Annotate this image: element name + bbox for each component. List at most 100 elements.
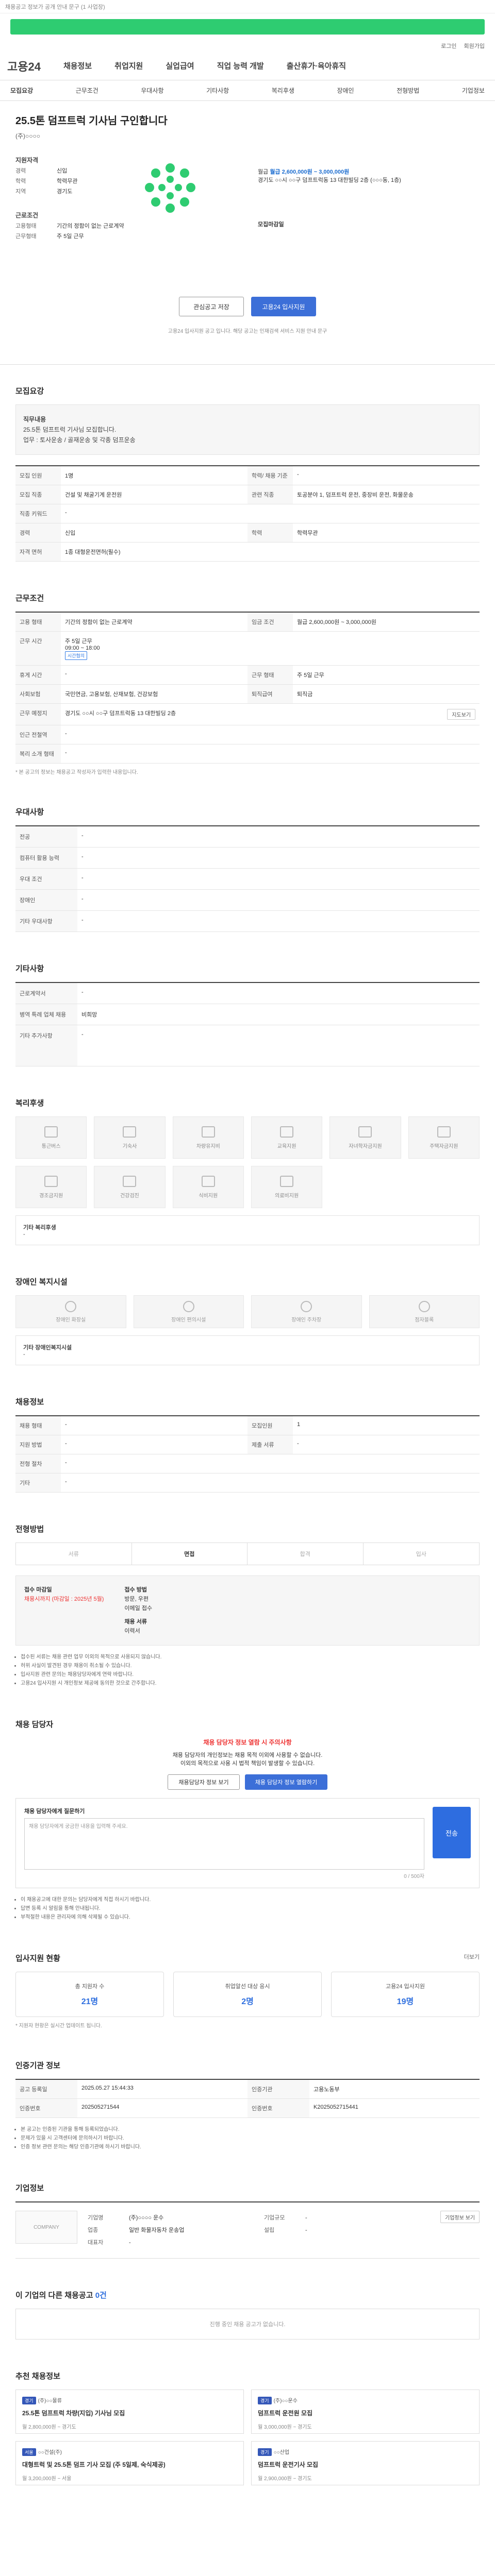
cell: - [77,826,480,848]
gnb-menu-training[interactable]: 직업 능력 개발 [217,60,264,71]
cert-title: 채용정보 [15,1398,44,1406]
view-contact-button[interactable]: 채용담당자 정보 보기 [168,1774,240,1790]
welfare-card: 기숙사 [94,1116,166,1159]
graduation-icon [358,1126,372,1138]
tab-etc[interactable]: 기타사항 [206,86,229,95]
search-row [0,13,495,40]
rec-card[interactable]: 경기 (주)○○물류 25.5톤 덤프트럭 차량(지입) 기사님 모집 월 2,800… [15,2389,244,2434]
cell-head: 기타 [15,1473,61,1493]
cond-table: 고용 형태 기간의 정함이 없는 근로계약 임금 조건 월급 2,600,000원 ~… [15,612,480,764]
tab-disability[interactable]: 장애인 [337,86,354,95]
tab-company[interactable]: 기업정보 [462,86,485,95]
welfare-etc-box: 기타 복리후생 - [15,1215,480,1245]
note-item: 부적절한 내용은 관리자에 의해 삭제될 수 있습니다. [21,1913,480,1922]
status-more-link[interactable]: 더보기 [464,1953,480,1961]
cell: - [61,1473,480,1493]
kv-value: 학력무관 [57,178,78,184]
book-icon [280,1126,294,1138]
gnb-menu-jobs[interactable]: 채용정보 [63,60,92,71]
tab-process[interactable]: 전형방법 [397,86,419,95]
cell: - [61,504,480,523]
cell: 신입 [61,523,248,543]
rec-title: 덤프트럭 운전원 모집 [258,2410,313,2417]
kv-label: 고용형태 [15,223,37,229]
cell: - [293,466,480,485]
cell: 1 [293,1416,480,1435]
process-section: 전형방법 서류 면접 합격 입사 접수 마감일 채용시까지 (마감일 : 2025… [0,1503,495,1698]
kv-label: 학력 [15,178,26,184]
welfare-label: 통근버스 [41,1143,61,1149]
contact-notice: 채용 담당자 정보 열람 시 주의사항 채용 담당자의 개인정보는 채용 목적 … [15,1738,480,1790]
kv-founded: 설립 - [264,2225,430,2235]
cond-heading: 근로조건 [15,212,39,219]
cell-head: 휴게 시간 [15,666,61,685]
apply-button[interactable]: 고용24 입사지원 [251,297,316,316]
cell-head: 직종 키워드 [15,504,61,523]
parking-icon [301,1300,312,1312]
certinfo-notes: 본 공고는 인증된 기관을 통해 등록되었습니다. 문제가 있을 시 고객센터에… [15,2125,480,2151]
global-nav: 고용24 채용정보 취업지원 실업급여 직업 능력 개발 출산휴가·육아휴직 [0,52,495,80]
gnb-menu-leave[interactable]: 출산휴가·육아휴직 [287,60,346,71]
company-section: 기업정보 COMPANY 기업명 (주)○○○○ 운수 업종 일반 화물자동차 운송… [0,2162,495,2269]
cell-head: 고용 형태 [15,613,61,632]
rec-tag: 서울 [22,2448,36,2456]
welfare-label: 자녀학자금지원 [349,1143,382,1149]
gnb-menu-benefit[interactable]: 실업급여 [166,60,194,71]
cell: - [77,869,480,890]
login-link[interactable]: 로그인 [441,42,456,50]
cell-head: 임금 조건 [248,613,293,632]
kv-ceo: 대표자 - [88,2238,254,2248]
disability-card: 장애인 편의시설 [133,1295,244,1328]
cell-head: 모집 직종 [15,485,61,504]
gnb-menu-support[interactable]: 취업지원 [114,60,143,71]
kv-label: 대표자 [88,2240,104,2246]
cell: - [77,1025,480,1066]
cell-head: 컴퓨터 활용 능력 [15,848,77,869]
search-input[interactable] [10,19,485,35]
disability-grid: 장애인 화장실 장애인 편의시설 장애인 주차장 점자블록 [15,1295,480,1328]
open-contact-button[interactable]: 채용 담당자 정보 열람하기 [245,1774,327,1790]
question-textarea[interactable]: 채용 담당자에게 궁금한 내용을 입력해 주세요. [24,1818,424,1870]
signup-link[interactable]: 회원가입 [464,42,485,50]
contact-alert: 채용 담당자 정보 열람 시 주의사항 [203,1739,292,1746]
stat-value: 21명 [81,1997,98,2006]
company-info-button[interactable]: 기업정보 보기 [440,2211,480,2223]
disability-card: 장애인 주차장 [251,1295,362,1328]
scrap-button[interactable]: 관심공고 저장 [179,297,244,316]
tab-welfare[interactable]: 복리후생 [272,86,294,95]
kv-value: 신입 [57,168,68,174]
tab-conditions[interactable]: 근무조건 [76,86,98,95]
pref-section: 우대사항 전공 - 컴퓨터 활용 능력 - 우대 조건 - 장애인 - 기타 우대사항 - [0,786,495,942]
tab-recruit[interactable]: 모집요강 [10,86,33,95]
rec-card[interactable]: 경기 (주)○○운수 덤프트럭 운전원 모집 월 3,000,000원 ~ 경기도 [251,2389,480,2434]
rec-tag: 경기 [258,2397,272,2404]
site-logo[interactable]: 고용24 [7,58,41,74]
kv-value: (주)○○○○ 운수 [129,2215,164,2221]
note-item: 허위 사실이 발견된 경우 채용이 취소될 수 있습니다. [21,1662,480,1670]
tab-preferences[interactable]: 우대사항 [141,86,163,95]
welfare-label: 식비지원 [199,1193,218,1199]
disability-label: 점자블록 [415,1317,434,1323]
rec-card[interactable]: 서울 ○○건설(주) 대형트럭 및 25.5톤 덤프 기사 모집 (주 5일제, 숙… [15,2441,244,2485]
pref-table: 전공 - 컴퓨터 활용 능력 - 우대 조건 - 장애인 - 기타 우대사항 - [15,825,480,932]
section-tabs: 모집요강 근무조건 우대사항 기타사항 복리후생 장애인 전형방법 기업정보 [0,80,495,101]
cell-head: 병역 특례 업체 채용 [15,1004,77,1025]
map-button[interactable]: 지도보기 [447,709,475,720]
rec-card[interactable]: 경기 ○○산업 덤프트럭 운전기사 모집 월 2,900,000원 ~ 경기도 [251,2441,480,2485]
send-button[interactable]: 전송 [433,1807,471,1858]
kv-career: 경력 신입 [15,166,480,175]
contact-actions: 채용담당자 정보 보기 채용 담당자 정보 열람하기 [15,1774,480,1790]
status-note: * 지원자 현황은 실시간 업데이트 됩니다. [15,2023,102,2029]
other-count: 0건 [95,2291,107,2300]
cell-head: 학력 [248,523,293,543]
gift-icon [44,1175,58,1187]
note-item: 고용24 입사지원 시 개인정보 제공에 동의한 것으로 간주합니다. [21,1679,480,1688]
cell-head: 근무 형태 [248,666,293,685]
cell: - [77,983,480,1004]
rec-title: 25.5톤 덤프트럭 차량(지입) 기사님 모집 [22,2410,125,2417]
recruit-section: 모집요강 직무내용 25.5톤 덤프트럭 기사님 모집합니다. 업무 : 토사운… [0,365,495,572]
kv-industry: 업종 일반 화물자동차 운송업 [88,2225,254,2235]
welfare-label: 의료비지원 [275,1193,299,1199]
cell: 건설 및 채굴기계 운전원 [61,485,248,504]
apply-deadline: 접수 마감일 채용시까지 (마감일 : 2025년 5월) [24,1585,104,1636]
